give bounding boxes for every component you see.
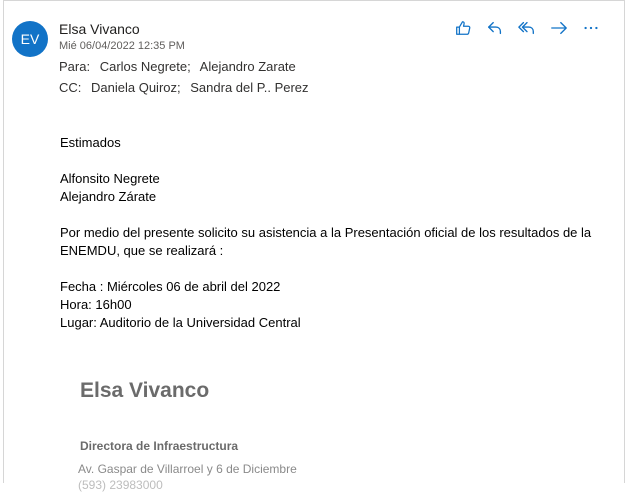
reply-all-button[interactable]	[514, 17, 540, 39]
to-line: Para: Carlos Negrete; Alejandro Zarate	[59, 59, 302, 74]
message-body: Estimados Alfonsito Negrete Alejandro Zá…	[60, 134, 605, 332]
message-date: Mié 06/04/2022 12:35 PM	[59, 40, 185, 52]
forward-button[interactable]	[546, 17, 572, 39]
addressee-1: Alejandro Zárate	[60, 189, 157, 204]
addressee-0: Alfonsito Negrete	[60, 171, 160, 186]
forward-icon	[551, 21, 567, 35]
sender-name[interactable]: Elsa Vivanco	[59, 21, 140, 37]
recipient-cc-1[interactable]: Sandra del P.. Perez	[190, 80, 308, 95]
event-place: Lugar: Auditorio de la Universidad Centr…	[60, 315, 301, 330]
greeting: Estimados	[60, 135, 121, 150]
signature-title: Directora de Infraestructura	[80, 439, 239, 453]
like-icon	[456, 21, 471, 35]
message-actions	[450, 17, 604, 39]
avatar[interactable]: EV	[12, 21, 48, 57]
like-button[interactable]	[450, 17, 476, 39]
event-date: Fecha : Miércoles 06 de abril del 2022	[60, 279, 281, 294]
signature-address: Av. Gaspar de Villarroel y 6 de Diciembr…	[78, 462, 297, 476]
recipient-cc-0[interactable]: Daniela Quiroz;	[91, 80, 181, 95]
recipient-to-1[interactable]: Alejandro Zarate	[200, 59, 296, 74]
reply-button[interactable]	[482, 17, 508, 39]
to-label: Para:	[59, 59, 91, 74]
cc-label: CC:	[59, 80, 82, 95]
recipient-to-0[interactable]: Carlos Negrete;	[100, 59, 191, 74]
more-icon	[584, 26, 598, 30]
reply-icon	[488, 21, 502, 35]
invitation-paragraph: Por medio del presente solicito su asist…	[60, 225, 592, 258]
cc-line: CC: Daniela Quiroz; Sandra del P.. Perez	[59, 80, 315, 95]
signature-phone: (593) 23983000	[78, 478, 163, 492]
more-actions-button[interactable]	[578, 17, 604, 39]
reply-all-icon	[518, 21, 534, 35]
signature-name: Elsa Vivanco	[80, 379, 210, 402]
event-time: Hora: 16h00	[60, 297, 132, 312]
